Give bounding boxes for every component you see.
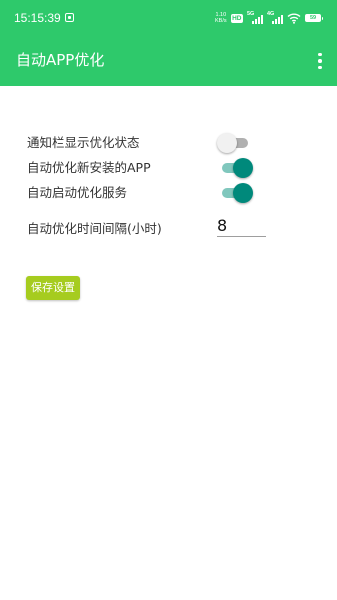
signal-5g-icon: 5G xyxy=(247,11,263,24)
setting-row-auto-new: 自动优化新安装的APP xyxy=(27,157,277,179)
status-icons: 1.10 KB/s HD 5G 4G 59 xyxy=(215,10,323,26)
notify-label: 通知栏显示优化状态 xyxy=(27,135,140,150)
auto-new-label: 自动优化新安装的APP xyxy=(27,160,151,175)
notify-switch[interactable] xyxy=(217,132,253,154)
wifi-icon xyxy=(287,13,301,24)
battery-level: 59 xyxy=(305,14,321,22)
more-vert-icon[interactable] xyxy=(311,48,329,74)
status-time: 15:15:39 xyxy=(14,11,61,25)
setting-row-interval: 自动优化时间间隔(小时) xyxy=(27,215,277,240)
auto-new-switch[interactable] xyxy=(217,157,253,179)
app-title: 自动APP优化 xyxy=(16,51,105,69)
interval-input[interactable] xyxy=(217,215,266,237)
interval-label: 自动优化时间间隔(小时) xyxy=(27,221,162,236)
auto-start-switch[interactable] xyxy=(217,182,253,204)
battery-icon: 59 xyxy=(305,14,323,22)
status-bar: 15:15:39 1.10 KB/s HD 5G 4G 59 xyxy=(0,0,337,36)
notification-app-icon xyxy=(65,13,74,22)
setting-row-notify: 通知栏显示优化状态 xyxy=(27,132,277,154)
hd-badge-icon: HD xyxy=(230,13,243,23)
app-bar: 自动APP优化 xyxy=(0,36,337,86)
signal-4g-icon: 4G xyxy=(267,11,283,24)
network-speed: 1.10 KB/s xyxy=(215,12,227,24)
setting-row-auto-start: 自动启动优化服务 xyxy=(27,182,277,204)
save-button[interactable]: 保存设置 xyxy=(26,276,80,300)
network-speed-unit: KB/s xyxy=(214,18,227,24)
auto-start-label: 自动启动优化服务 xyxy=(27,185,128,200)
